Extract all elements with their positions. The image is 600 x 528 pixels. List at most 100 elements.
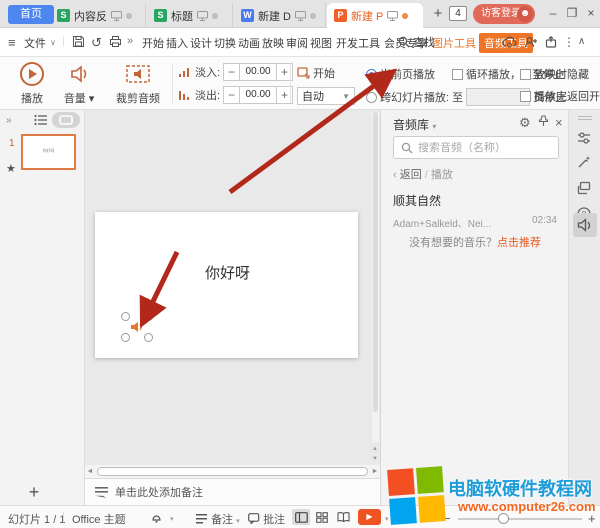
checkbox-hide[interactable] xyxy=(520,69,531,80)
audio-panel-toggle-active[interactable] xyxy=(573,213,597,237)
print-icon[interactable] xyxy=(109,35,122,48)
collapse-panel-icon[interactable]: » xyxy=(6,115,12,126)
smart-beautify-wand-icon[interactable] xyxy=(576,154,594,172)
selection-handle[interactable] xyxy=(121,333,130,342)
slide-thumbnail[interactable]: 你好呀 xyxy=(21,134,76,170)
slide-text[interactable]: 你好呀 xyxy=(205,262,250,283)
zoom-out-button[interactable]: − xyxy=(443,511,451,526)
menu-picture-tools[interactable]: 图片工具 xyxy=(432,35,476,51)
current-page-option[interactable]: 当前页播放 xyxy=(366,66,435,82)
slide-view-toggle[interactable] xyxy=(52,112,80,128)
rewind-option[interactable]: 播放完返回开头 xyxy=(520,88,600,104)
radio-selected[interactable] xyxy=(366,69,377,80)
horizontal-scrollbar[interactable]: ◄ ► xyxy=(85,465,380,478)
add-slide-button[interactable]: + xyxy=(24,482,44,503)
document-count-badge[interactable]: 4 xyxy=(449,6,467,21)
back-link[interactable]: 返回 xyxy=(400,169,422,181)
bell-icon[interactable] xyxy=(150,511,163,524)
undo-icon[interactable]: ↺ xyxy=(91,35,102,51)
scroll-up-icon[interactable]: ▲ xyxy=(371,446,379,452)
close-panel-icon[interactable]: × xyxy=(555,115,563,130)
more-commands[interactable]: » xyxy=(127,35,133,47)
menu-insert[interactable]: 插入 xyxy=(166,35,188,51)
fade-in-value[interactable]: 00.00 xyxy=(239,64,277,80)
cloud-sync-icon[interactable] xyxy=(502,36,517,48)
share-icon[interactable] xyxy=(545,36,558,48)
zoom-slider-knob[interactable] xyxy=(498,513,509,524)
reading-view-button[interactable] xyxy=(334,509,352,525)
new-tab-button[interactable]: + xyxy=(428,4,448,24)
home-tab[interactable]: 首页 xyxy=(8,5,54,24)
notes-bar[interactable]: 单击此处添加备注 xyxy=(85,478,380,505)
scrollbar-thumb[interactable] xyxy=(97,467,368,476)
save-icon[interactable] xyxy=(72,35,85,48)
pin-icon[interactable] xyxy=(538,115,549,127)
selection-handle[interactable] xyxy=(121,312,130,321)
audio-object[interactable] xyxy=(123,314,151,340)
outline-view-icon[interactable] xyxy=(34,114,48,126)
menu-slideshow[interactable]: 放映 xyxy=(262,35,284,51)
tab-spreadsheet-1[interactable]: S 内容反 xyxy=(50,3,146,28)
menu-animation[interactable]: 动画 xyxy=(238,35,260,51)
maximize-button[interactable]: ❐ xyxy=(564,5,580,21)
slide-sorter-view-button[interactable] xyxy=(313,509,331,525)
fade-in-stepper[interactable]: − 00.00 + xyxy=(223,63,293,81)
chevron-down-icon[interactable]: ∨ xyxy=(50,38,56,47)
fade-out-stepper[interactable]: − 00.00 + xyxy=(223,86,293,104)
slide[interactable]: 你好呀 xyxy=(95,212,358,358)
menu-devtools[interactable]: 开发工具 xyxy=(336,35,380,51)
zoom-in-button[interactable]: + xyxy=(588,511,596,526)
menu-start[interactable]: 开始 xyxy=(142,35,164,51)
menu-transition[interactable]: 切换 xyxy=(214,35,236,51)
more-menu-icon[interactable]: ⋮ xyxy=(563,35,575,49)
tab-presentation-active[interactable]: P 新建 P xyxy=(327,3,423,28)
scroll-right-icon[interactable]: ► xyxy=(370,468,380,475)
hamburger-icon[interactable]: ≡ xyxy=(8,35,16,50)
fade-out-value[interactable]: 00.00 xyxy=(239,87,277,103)
play-audio-button[interactable]: 播放 xyxy=(15,61,49,106)
normal-view-button[interactable] xyxy=(292,509,310,525)
theme-name[interactable]: Office 主题 xyxy=(72,511,126,527)
scroll-left-icon[interactable]: ◄ xyxy=(85,468,95,475)
chevron-down-icon[interactable]: ▾ xyxy=(170,515,174,523)
menu-view[interactable]: 视图 xyxy=(310,35,332,51)
file-menu[interactable]: 文件 xyxy=(24,35,46,51)
guest-login-button[interactable]: 访客登录 ☻ xyxy=(473,4,535,24)
tab-spreadsheet-2[interactable]: S 标题 xyxy=(147,3,233,28)
notes-toggle[interactable]: 备注 ▾ xyxy=(196,511,240,527)
scrollbar-thumb[interactable] xyxy=(373,112,378,412)
selection-handle[interactable] xyxy=(144,312,153,321)
radio-unselected[interactable] xyxy=(366,92,377,103)
slideshow-play-button[interactable]: ▶ xyxy=(358,509,381,525)
song-list-item[interactable]: 顺其自然 Adam+Salkeld、Nei... 02:34 xyxy=(393,192,557,230)
chevron-down-icon[interactable]: ▾ xyxy=(385,515,389,523)
volume-button[interactable]: 音量 ▾ xyxy=(60,61,98,106)
animation-star-icon[interactable]: ★ xyxy=(6,162,16,175)
search-input[interactable] xyxy=(418,142,548,154)
properties-sliders-icon[interactable] xyxy=(576,130,594,148)
audio-search-box[interactable] xyxy=(393,136,559,159)
zoom-slider-track[interactable] xyxy=(458,518,582,520)
comments-toggle[interactable]: 批注 xyxy=(248,511,285,527)
recommend-link[interactable]: 点击推荐 xyxy=(497,237,541,249)
layout-layers-icon[interactable] xyxy=(576,180,594,198)
collapse-ribbon-icon[interactable]: ∧ xyxy=(578,36,585,47)
minimize-button[interactable]: – xyxy=(545,5,561,21)
panel-grip-handle[interactable] xyxy=(578,116,592,120)
back-chevron-icon[interactable]: ‹ xyxy=(393,169,397,181)
start-mode-dropdown[interactable]: 自动▼ xyxy=(297,87,355,105)
trim-audio-button[interactable]: 裁剪音频 xyxy=(112,61,164,106)
invite-user-icon[interactable] xyxy=(524,36,538,48)
scroll-down-icon[interactable]: ▼ xyxy=(371,456,379,462)
gear-icon[interactable]: ⚙ xyxy=(519,115,531,131)
checkbox-loop[interactable] xyxy=(452,69,463,80)
decrease-button[interactable]: − xyxy=(224,64,239,80)
tab-writer-doc[interactable]: W 新建 D xyxy=(234,3,326,28)
hide-option[interactable]: 放映时隐藏 xyxy=(520,66,589,82)
find-button[interactable]: 查找 xyxy=(398,34,435,50)
menu-design[interactable]: 设计 xyxy=(190,35,212,51)
decrease-button[interactable]: − xyxy=(224,87,239,103)
vertical-scrollbar[interactable] xyxy=(372,112,379,442)
menu-review[interactable]: 审阅 xyxy=(286,35,308,51)
close-button[interactable]: × xyxy=(583,5,599,21)
